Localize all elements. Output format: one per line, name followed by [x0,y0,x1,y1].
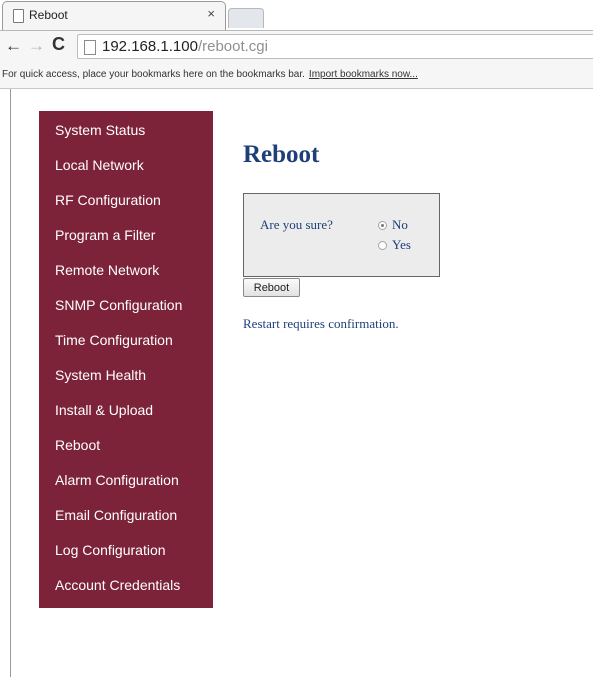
new-tab-button[interactable] [228,8,264,28]
url-text: 192.168.1.100/reboot.cgi [102,38,268,55]
browser-tab[interactable]: Reboot × [2,1,226,30]
sidebar-item-program-a-filter[interactable]: Program a Filter [55,227,155,243]
sidebar-item-account-credentials[interactable]: Account Credentials [55,577,180,593]
sidebar-item-alarm-configuration[interactable]: Alarm Configuration [55,472,179,488]
confirmation-note: Restart requires confirmation. [243,316,399,331]
url-path: /reboot.cgi [197,38,268,55]
page-icon [13,9,24,23]
radio-no[interactable] [378,221,387,230]
bookmarks-message: For quick access, place your bookmarks h… [2,69,418,80]
sidebar-item-system-health[interactable]: System Health [55,367,146,383]
sidebar-item-remote-network[interactable]: Remote Network [55,262,159,278]
radio-yes[interactable] [378,241,387,250]
page-title: Reboot [243,141,320,168]
confirm-question: Are you sure? [260,217,333,232]
tab-strip: Reboot × [0,0,593,30]
sidebar-item-log-configuration[interactable]: Log Configuration [55,542,166,558]
back-arrow-icon[interactable]: ← [5,36,22,56]
sidebar-item-time-configuration[interactable]: Time Configuration [55,332,173,348]
sidebar-item-snmp-configuration[interactable]: SNMP Configuration [55,297,182,313]
close-icon[interactable]: × [207,6,215,21]
radio-no-label[interactable]: No [392,217,408,233]
address-bar[interactable]: 192.168.1.100/reboot.cgi [77,34,593,59]
page-viewport: System Status Local Network RF Configura… [0,89,593,677]
reload-icon[interactable]: C [52,34,65,55]
confirm-panel: Are you sure? No Yes [243,193,440,277]
url-host: 192.168.1.100 [102,38,198,55]
sidebar-item-email-configuration[interactable]: Email Configuration [55,507,177,523]
bookmarks-bar: For quick access, place your bookmarks h… [0,64,593,89]
sidebar-item-local-network[interactable]: Local Network [55,157,144,173]
import-bookmarks-link[interactable]: Import bookmarks now... [309,69,418,80]
sidebar-nav: System Status Local Network RF Configura… [39,111,213,608]
sidebar-item-rf-configuration[interactable]: RF Configuration [55,192,161,208]
reboot-button[interactable]: Reboot [243,278,300,297]
bookmarks-message-text: For quick access, place your bookmarks h… [2,69,305,80]
browser-toolbar: ← → C 192.168.1.100/reboot.cgi [0,30,593,64]
page-icon [84,40,96,55]
sidebar-item-install-upload[interactable]: Install & Upload [55,402,153,418]
frame-divider [10,89,11,677]
sidebar-item-system-status[interactable]: System Status [55,122,145,138]
forward-arrow-icon[interactable]: → [28,36,45,56]
sidebar-item-reboot[interactable]: Reboot [55,437,100,453]
tab-title: Reboot [29,8,68,22]
radio-yes-label[interactable]: Yes [392,237,411,253]
